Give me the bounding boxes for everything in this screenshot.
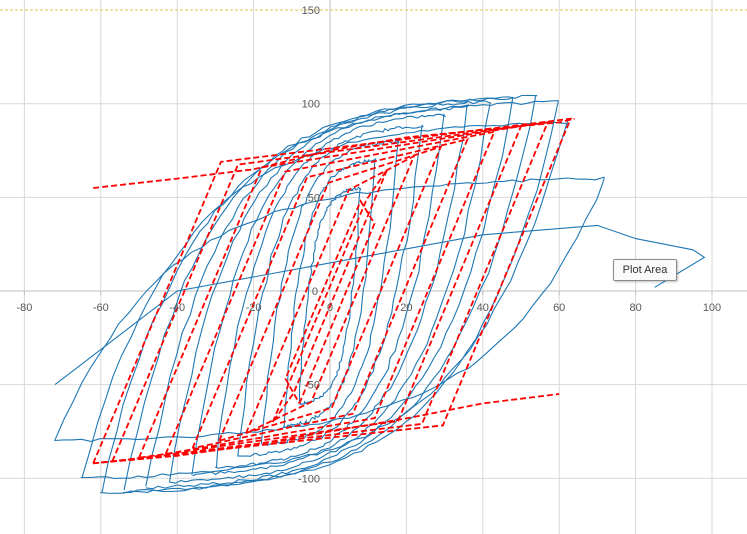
- x-tick-label: 40: [477, 302, 489, 314]
- x-tick-label: 0: [327, 302, 333, 314]
- tick-labels: -80 -60 -40 -20 0 20 40 60 80 100 -100 -50 50 100 150 0: [16, 5, 721, 485]
- blue-tail: [54, 224, 706, 386]
- y-tick-label: -100: [298, 473, 320, 485]
- x-tick-label: -20: [246, 302, 262, 314]
- x-tick-label: 100: [703, 302, 721, 314]
- x-tick-label: -40: [169, 302, 185, 314]
- red-envelope-neg: [93, 393, 560, 465]
- chart-area[interactable]: -80 -60 -40 -20 0 20 40 60 80 100 -100 -50 50 100 150 0…: [0, 0, 747, 534]
- y-tick-label: 100: [302, 99, 320, 111]
- x-tick-label: 60: [553, 302, 565, 314]
- plot-area-tooltip: Plot Area: [613, 259, 677, 281]
- x-tick-label: -60: [93, 302, 109, 314]
- y-tick-label: 0: [312, 286, 318, 298]
- y-tick-label: 50: [308, 192, 320, 204]
- y-tick-label: 150: [302, 5, 320, 17]
- x-tick-label: 80: [629, 302, 641, 314]
- x-tick-label: -80: [16, 302, 32, 314]
- x-tick-label: 20: [400, 302, 412, 314]
- y-tick-label: -50: [304, 380, 320, 392]
